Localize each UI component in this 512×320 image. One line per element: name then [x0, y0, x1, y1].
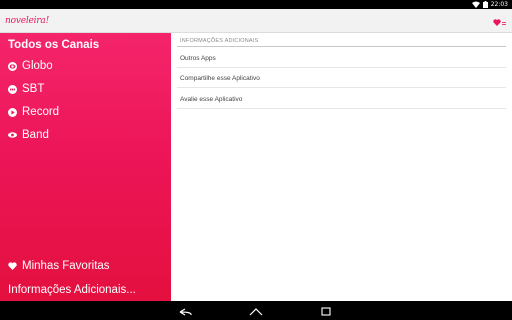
- clock: 22:03: [490, 1, 508, 8]
- drawer-item-label: Globo: [22, 60, 53, 72]
- drawer-item-label: Band: [22, 129, 49, 141]
- drawer-item-label: SBT: [22, 83, 45, 95]
- drawer-item-band[interactable]: Band: [0, 126, 171, 144]
- sbt-logo-icon: [8, 84, 17, 94]
- list-item-label: Compartilhe esse Aplicativo: [180, 74, 260, 82]
- drawer-item-label: Minhas Favoritas: [22, 260, 110, 272]
- list-item-label: Avalie esse Aplicativo: [180, 95, 243, 103]
- drawer-item-sbt[interactable]: SBT: [0, 80, 171, 98]
- drawer-item-label: Informações Adicionais...: [8, 284, 136, 296]
- recent-apps-icon: [321, 301, 331, 320]
- band-logo-icon: [8, 131, 17, 140]
- home-icon: [249, 301, 263, 320]
- list-item-share-app[interactable]: Compartilhe esse Aplicativo: [177, 69, 506, 88]
- heart-icon: [493, 11, 501, 30]
- section-divider: [177, 46, 506, 47]
- battery-icon: [482, 1, 488, 8]
- heart-icon: [8, 262, 17, 271]
- back-button[interactable]: [176, 304, 196, 318]
- app-bar: noveleira!: [0, 9, 512, 33]
- home-button[interactable]: [246, 304, 266, 318]
- section-header: INFORMAÇÕES ADICIONAIS: [180, 38, 259, 44]
- drawer-item-favorites[interactable]: Minhas Favoritas: [0, 257, 171, 275]
- record-logo-icon: [8, 107, 17, 117]
- globo-logo-icon: [8, 61, 17, 71]
- recent-apps-button[interactable]: [316, 304, 336, 318]
- content-panel: INFORMAÇÕES ADICIONAIS Outros Apps Compa…: [171, 33, 512, 301]
- back-icon: [179, 301, 193, 320]
- list-item-label: Outros Apps: [180, 54, 216, 62]
- wifi-icon: [471, 1, 480, 8]
- list-item-rate-app[interactable]: Avalie esse Aplicativo: [177, 90, 506, 109]
- status-bar: 22:03: [0, 0, 512, 9]
- menu-lines-icon: [502, 11, 506, 30]
- favorites-menu-button[interactable]: [493, 11, 506, 30]
- drawer-item-additional-info[interactable]: Informações Adicionais...: [0, 281, 171, 299]
- system-navigation-bar: [0, 301, 512, 320]
- drawer-item-label: Record: [22, 106, 60, 118]
- navigation-drawer: Todos os Canais Globo SBT Record Band Mi…: [0, 33, 171, 301]
- drawer-item-all-channels[interactable]: Todos os Canais: [0, 36, 171, 53]
- drawer-item-record[interactable]: Record: [0, 103, 171, 121]
- drawer-item-label: Todos os Canais: [8, 38, 100, 51]
- drawer-item-globo[interactable]: Globo: [0, 57, 171, 75]
- app-logo: noveleira!: [5, 15, 49, 26]
- list-item-other-apps[interactable]: Outros Apps: [177, 49, 506, 68]
